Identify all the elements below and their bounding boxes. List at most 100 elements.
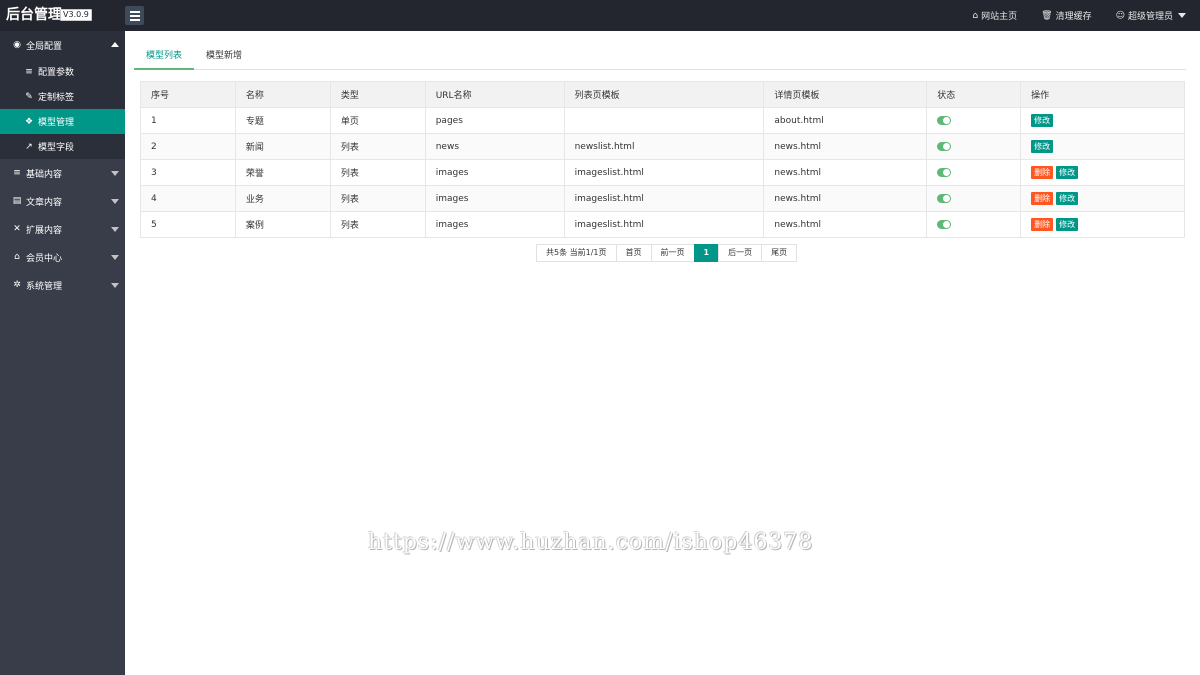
edit-button[interactable]: 修改 [1056,218,1079,231]
cell-url: images [424,211,565,238]
status-toggle[interactable] [937,141,952,151]
sidebar-group-label: 会员中心 [26,253,63,264]
delete-button[interactable]: 删除 [1031,218,1054,231]
sidebar-group-4[interactable]: ⌂ 会员中心 [0,243,125,271]
watermark-text: https://www.huzhan.com/ishop46378 [368,530,814,555]
expand-icon: ✕ [13,224,21,234]
column-header: 列表页模板 [563,81,765,108]
cell-list_tpl: newslist.html [563,133,765,160]
sidebar-submenu: ≡ 配置参数 ✎ 定制标签 ❖ 模型管理 ↗ 模型字段 [0,59,125,159]
status-toggle[interactable] [937,193,952,203]
cell-actions: 修改 [1020,133,1185,160]
chevron-down-icon [1178,13,1186,18]
sidebar-item-0-2[interactable]: ❖ 模型管理 [0,109,125,134]
cell-name: 新闻 [234,133,331,160]
sidebar-group-0[interactable]: ◉ 全局配置 [0,31,125,59]
column-header: 详情页模板 [763,81,928,108]
cell-name: 荣誉 [234,159,331,186]
sidebar-item-label: 模型字段 [38,143,75,153]
chevron-up-icon [111,42,119,47]
globe-icon: ◉ [13,40,21,50]
cell-detail_tpl: news.html [763,159,928,186]
cell-status [926,107,1022,134]
pager-last-button[interactable]: 尾页 [761,244,798,262]
pager-current-page[interactable]: 1 [693,244,720,262]
cell-id: 5 [140,211,236,238]
chevron-down-icon [111,199,119,204]
file-icon: ▤ [12,196,22,206]
cell-id: 3 [140,159,236,186]
sliders-icon: ≡ [13,168,21,178]
delete-button[interactable]: 删除 [1031,192,1054,205]
pager-summary: 共5条 当前1/1页 [536,244,617,262]
tab-0[interactable]: 模型列表 [134,49,195,70]
sidebar-group-3[interactable]: ✕ 扩展内容 [0,215,125,243]
table-row: 2 新闻 列表 news newslist.html news.html 修改 [140,133,1185,160]
sidebar-item-label: 配置参数 [38,68,75,78]
cell-status [926,185,1022,212]
lock-icon: ⌂ [14,252,20,262]
top-header: 后台管理 V3.0.9 ⌂ 网站主页 🗑 清理缓存 ☺ 超级管理员 [0,0,1200,31]
sidebar-item-0-3[interactable]: ↗ 模型字段 [0,134,125,159]
sidebar-group-label: 扩展内容 [26,225,63,236]
cell-list_tpl: imageslist.html [563,159,765,186]
cell-actions: 修改 [1020,107,1185,134]
cell-actions: 删除 修改 [1020,159,1185,186]
home-icon: ⌂ [972,10,979,21]
cell-url: images [424,159,565,186]
cell-id: 4 [140,185,236,212]
chevron-down-icon [111,255,119,260]
sidebar-group-5[interactable]: ✲ 系统管理 [0,271,125,299]
sidebar-group-2[interactable]: ▤ 文章内容 [0,187,125,215]
cell-detail_tpl: news.html [763,211,928,238]
table-body: 1 专题 单页 pages about.html 修改 2 新闻 列表 news newslist.… [140,107,1185,238]
table-row: 3 荣誉 列表 images imageslist.html news.html 删除 修改 [140,159,1185,186]
status-toggle[interactable] [937,167,952,177]
cell-list_tpl [563,107,765,134]
edit-button[interactable]: 修改 [1056,166,1079,179]
delete-button[interactable]: 删除 [1031,166,1054,179]
cell-type: 列表 [329,133,426,160]
edit-button[interactable]: 修改 [1031,114,1054,127]
sidebar-item-0-1[interactable]: ✎ 定制标签 [0,84,125,109]
cell-type: 列表 [329,185,426,212]
sidebar-toggle-button[interactable] [125,6,144,25]
sidebar-group-label: 文章内容 [26,197,63,208]
cell-name: 业务 [234,185,331,212]
sidebar-group-label: 系统管理 [26,281,63,292]
model-table: 序号 名称 类型 URL名称 列表页模板 详情页模板 状态 操作 1 专题 单页 pages abou… [140,81,1185,238]
sidebar-item-0-0[interactable]: ≡ 配置参数 [0,59,125,84]
trash-icon: 🗑 [1041,10,1053,21]
tab-bar: 模型列表 模型新增 [134,49,1186,70]
gear-icon: ✲ [13,280,21,290]
table-header-row: 序号 名称 类型 URL名称 列表页模板 详情页模板 状态 操作 [140,81,1185,108]
cell-detail_tpl: news.html [763,185,928,212]
header-link-2[interactable]: ☺ 超级管理员 [1116,9,1186,22]
pager-first-button[interactable]: 首页 [615,244,652,262]
status-toggle[interactable] [937,219,952,229]
cell-status [926,159,1022,186]
menu-icon-bar [129,14,140,17]
cell-detail_tpl: about.html [763,107,928,134]
cell-name: 案例 [234,211,331,238]
header-links: ⌂ 网站主页 🗑 清理缓存 ☺ 超级管理员 [972,0,1186,31]
pager-prev-button[interactable]: 前一页 [650,244,695,262]
chevron-down-icon [111,227,119,232]
cell-url: images [424,185,565,212]
edit-button[interactable]: 修改 [1031,140,1054,153]
sidebar-group-label: 基础内容 [26,169,63,180]
app-logo[interactable]: 后台管理 [6,7,62,23]
edit-button[interactable]: 修改 [1056,192,1079,205]
tab-1[interactable]: 模型新增 [194,49,254,70]
cell-list_tpl: imageslist.html [563,211,765,238]
pager-next-button[interactable]: 后一页 [718,244,763,262]
cell-status [926,133,1022,160]
header-link-1[interactable]: 🗑 清理缓存 [1041,9,1091,23]
status-toggle[interactable] [937,115,952,125]
table-row: 1 专题 单页 pages about.html 修改 [140,107,1185,134]
cell-name: 专题 [234,107,331,134]
header-link-0[interactable]: ⌂ 网站主页 [972,9,1017,23]
sidebar-group-1[interactable]: ≡ 基础内容 [0,159,125,187]
column-header: 操作 [1020,81,1185,108]
menu-icon-bar [129,18,140,21]
